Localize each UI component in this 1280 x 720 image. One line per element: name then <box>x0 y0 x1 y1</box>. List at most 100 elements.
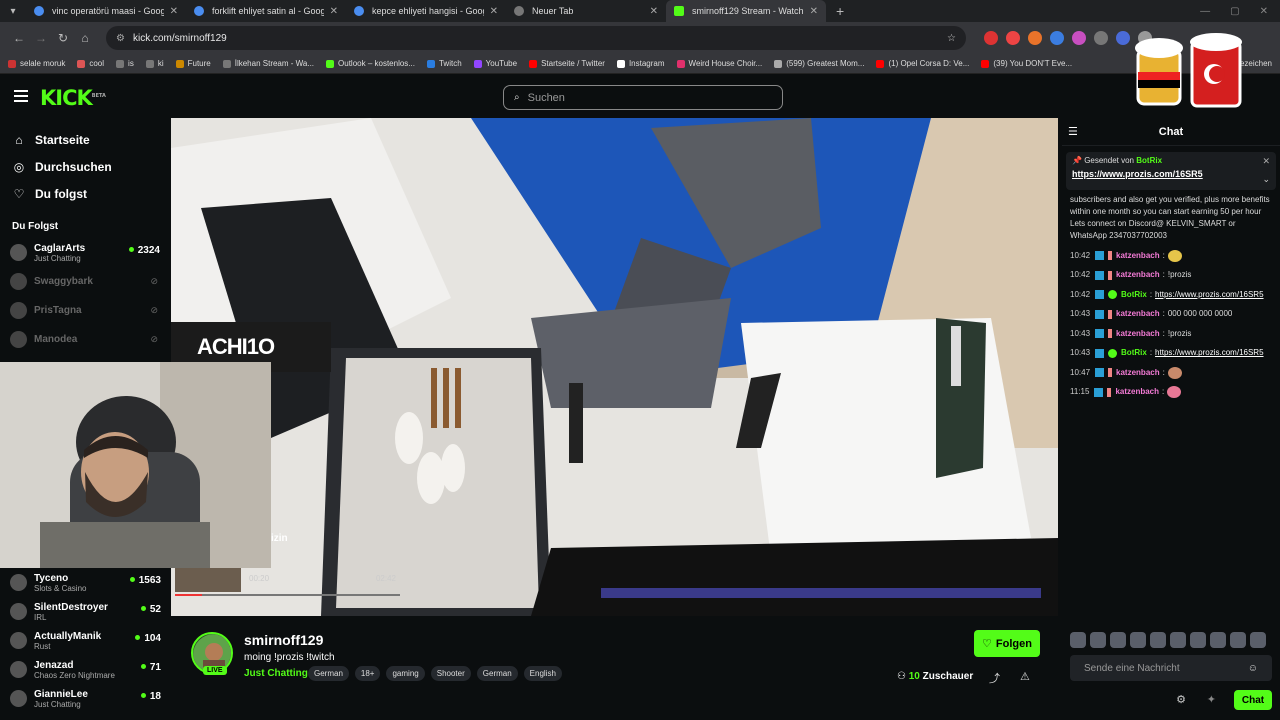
new-tab-button[interactable]: + <box>826 3 854 19</box>
bookmark-item[interactable]: is <box>116 59 134 68</box>
tag-chip[interactable]: German <box>476 666 518 681</box>
emote-icon[interactable] <box>1190 632 1206 648</box>
bookmark-item[interactable]: ki <box>145 59 164 68</box>
chat-username[interactable]: katzenbach <box>1115 386 1159 398</box>
bookmark-item[interactable]: Future <box>175 59 211 68</box>
browser-tab[interactable]: forklift ehliyet satin al - Google ✕ <box>186 0 346 22</box>
channel-name[interactable]: smirnoff129 <box>244 632 323 648</box>
extension-icon[interactable] <box>1028 31 1042 45</box>
unpin-icon[interactable]: ✕ <box>1262 156 1270 167</box>
following-item[interactable]: ActuallyManik Rust 104 <box>0 626 171 655</box>
bookmark-item[interactable]: Outlook – kostenlos... <box>326 59 415 68</box>
emote-icon[interactable] <box>1070 632 1086 648</box>
collapse-chat-icon[interactable]: ☰ <box>1068 125 1078 138</box>
maximize-icon[interactable]: ▢ <box>1230 6 1239 17</box>
extension-icon[interactable] <box>1006 31 1020 45</box>
bookmark-item[interactable]: Weird House Choir... <box>676 59 762 68</box>
emote-icon[interactable] <box>1230 632 1246 648</box>
report-icon[interactable]: ⚠ <box>1020 670 1030 683</box>
bookmark-item[interactable]: Startseite / Twitter <box>529 59 605 68</box>
browser-tab[interactable]: vinc operatörü maasi - Google ✕ <box>26 0 186 22</box>
sidebar-item-durchsuchen[interactable]: ◎ Durchsuchen <box>0 153 170 180</box>
bookmark-item[interactable]: (599) Greatest Mom... <box>774 59 864 68</box>
tag-chip[interactable]: German <box>308 666 349 681</box>
emote-icon[interactable] <box>1110 632 1126 648</box>
clip-preview[interactable]: 00:20 02:42 <box>175 568 400 598</box>
extension-icon[interactable] <box>1094 31 1108 45</box>
emote-icon[interactable] <box>1210 632 1226 648</box>
bookmark-item[interactable]: (1) Opel Corsa D: Ve... <box>876 59 969 68</box>
reload-icon[interactable]: ↻ <box>52 31 74 45</box>
following-item[interactable]: GiannieLee Just Chatting 18 <box>0 684 171 713</box>
close-tab-icon[interactable]: ✕ <box>330 6 338 17</box>
bookmark-item[interactable]: (39) You DON'T Eve... <box>981 59 1072 68</box>
tag-chip[interactable]: English <box>523 666 562 681</box>
chat-username[interactable]: katzenbach <box>1116 250 1160 262</box>
emote-icon[interactable] <box>1130 632 1146 648</box>
chat-username[interactable]: katzenbach <box>1116 308 1160 320</box>
bookmark-item[interactable]: İlkehan Stream - Wa... <box>222 59 314 68</box>
emote-icon[interactable] <box>1090 632 1106 648</box>
following-item[interactable]: Tyceno Slots & Casino 1563 <box>0 568 171 597</box>
chat-username[interactable]: katzenbach <box>1116 269 1160 281</box>
bookmark-item[interactable]: Twitch <box>426 59 462 68</box>
bookmark-item[interactable]: cool <box>77 59 104 68</box>
gear-icon[interactable]: ⚙ <box>1176 693 1186 706</box>
chat-input[interactable]: Sende eine Nachricht ☺ <box>1070 655 1272 681</box>
browser-tab[interactable]: kepce ehliyeti hangisi - Google ✕ <box>346 0 506 22</box>
chevron-down-icon[interactable]: ⌄ <box>1262 174 1270 185</box>
pinned-link[interactable]: https://www.prozis.com/16SR5 <box>1072 169 1270 179</box>
follow-button[interactable]: ♡ Folgen <box>974 630 1040 657</box>
sidebar-item-du-folgst[interactable]: ♡ Du folgst <box>0 180 170 207</box>
tag-chip[interactable]: 18+ <box>354 666 381 681</box>
close-tab-icon[interactable]: ✕ <box>650 6 658 17</box>
following-item[interactable]: Manodea ⊘ <box>0 325 170 354</box>
emote-icon[interactable] <box>1170 632 1186 648</box>
chat-link[interactable]: https://www.prozis.com/16SR5 <box>1155 347 1263 359</box>
back-icon[interactable]: ← <box>8 31 30 45</box>
chat-username[interactable]: katzenbach <box>1116 367 1160 379</box>
close-tab-icon[interactable]: ✕ <box>170 6 178 17</box>
following-item[interactable]: CaglarArts Just Chatting 2324 <box>0 238 170 267</box>
browser-tab[interactable]: Neuer Tab ✕ <box>506 0 666 22</box>
tag-chip[interactable]: gaming <box>386 666 425 681</box>
menu-icon[interactable] <box>14 90 28 102</box>
home-icon[interactable]: ⌂ <box>74 31 96 45</box>
gift-icon[interactable]: ✦ <box>1207 693 1216 706</box>
url-bar[interactable]: ⚙ kick.com/smirnoff129 ☆ <box>106 26 966 50</box>
chat-username[interactable]: BotRix <box>1121 289 1147 301</box>
following-item[interactable]: Jenazad Chaos Zero Nightmare 71 <box>0 655 171 684</box>
minimize-icon[interactable]: — <box>1200 6 1210 17</box>
tag-chip[interactable]: Shooter <box>430 666 471 681</box>
chat-send-button[interactable]: Chat <box>1234 690 1272 710</box>
clip-progress-bar[interactable] <box>175 594 400 596</box>
emote-icon[interactable] <box>1150 632 1166 648</box>
close-window-icon[interactable]: ✕ <box>1260 6 1268 17</box>
sidebar-item-startseite[interactable]: ⌂ Startseite <box>0 126 170 153</box>
browser-tab[interactable]: smirnoff129 Stream - Watch ✕ <box>666 0 826 22</box>
tab-search-icon[interactable]: ▾ <box>0 0 26 22</box>
close-tab-icon[interactable]: ✕ <box>810 6 818 17</box>
bookmark-item[interactable]: Instagram <box>616 59 665 68</box>
extension-icon[interactable] <box>1116 31 1130 45</box>
chat-link[interactable]: https://www.prozis.com/16SR5 <box>1155 289 1263 301</box>
following-item[interactable]: Swaggybark ⊘ <box>0 267 170 296</box>
pinned-message[interactable]: 📌 Gesendet von BotRix https://www.prozis… <box>1066 152 1276 190</box>
extension-icon[interactable] <box>984 31 998 45</box>
bookmark-star-icon[interactable]: ☆ <box>947 33 956 44</box>
site-info-icon[interactable]: ⚙ <box>116 33 125 44</box>
emote-icon[interactable] <box>1250 632 1266 648</box>
stream-category[interactable]: Just Chatting <box>244 668 308 679</box>
close-tab-icon[interactable]: ✕ <box>490 6 498 17</box>
bookmark-item[interactable]: YouTube <box>473 59 517 68</box>
search-input[interactable]: ⌕ Suchen <box>503 85 783 110</box>
chat-username[interactable]: katzenbach <box>1116 328 1160 340</box>
extension-icon[interactable] <box>1050 31 1064 45</box>
kick-logo[interactable]: KICKBETA <box>40 86 106 110</box>
share-icon[interactable]: ⤴ <box>989 670 1000 686</box>
bookmark-item[interactable]: selale moruk <box>8 59 65 68</box>
forward-icon[interactable]: → <box>30 31 52 45</box>
emoji-icon[interactable]: ☺ <box>1248 663 1258 674</box>
following-item[interactable]: PrisTagna ⊘ <box>0 296 170 325</box>
extension-icon[interactable] <box>1072 31 1086 45</box>
